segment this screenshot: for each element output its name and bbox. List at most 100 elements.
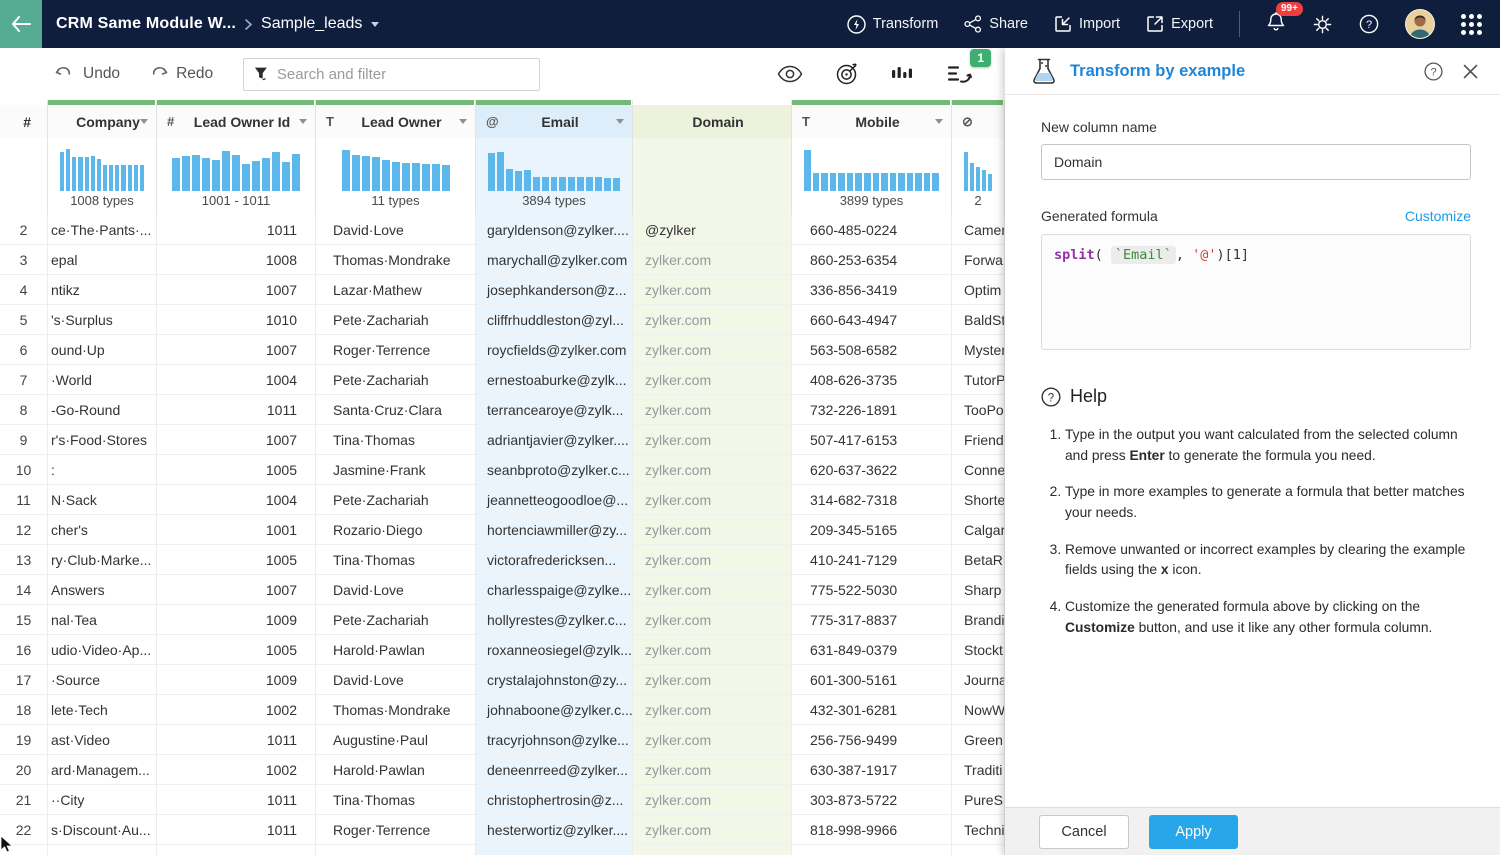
cell-email[interactable]: crystalajohnston@zy... [476, 665, 633, 694]
cell-lead-owner[interactable]: Rozario·Diego [316, 515, 476, 544]
cell-rownum[interactable]: 15 [0, 605, 48, 634]
cell-email[interactable]: hesterwortiz@zylker.... [476, 815, 633, 844]
cell-mobile[interactable]: 660-485-0224 [792, 215, 952, 244]
cell-domain[interactable]: zylker.com [633, 725, 792, 754]
cell-mobile[interactable]: 209-345-5165 [792, 515, 952, 544]
cell-mobile[interactable]: 775-522-5030 [792, 575, 952, 604]
table-row[interactable]: 7·World1004Pete·Zachariahernestoaburke@z… [0, 365, 1005, 395]
cell-domain[interactable]: zylker.com [633, 335, 792, 364]
breadcrumb-dataset[interactable]: Sample_leads [261, 15, 362, 33]
breadcrumb-workspace[interactable]: CRM Same Module W... [56, 15, 236, 33]
cell-rownum[interactable]: 7 [0, 365, 48, 394]
settings-button[interactable] [1312, 14, 1333, 35]
cell-lead-owner-id[interactable]: 1011 [157, 815, 316, 844]
table-row[interactable]: 16udio·Video·Ap...1005Harold·Pawlanroxan… [0, 635, 1005, 665]
cell-mobile[interactable]: 818-998-9966 [792, 815, 952, 844]
cell-lead-owner-id[interactable]: 1004 [157, 485, 316, 514]
cell-lead-owner[interactable]: Harold·Pawlan [316, 845, 476, 855]
cell-lead-owner-id[interactable]: 1007 [157, 575, 316, 604]
table-row[interactable]: 8-Go-Round1011Santa·Cruz·Claraterrancear… [0, 395, 1005, 425]
cell-mobile[interactable]: 314-682-7318 [792, 485, 952, 514]
table-row[interactable]: 22s·Discount·Au...1011Roger·Terrencehest… [0, 815, 1005, 845]
cell-lead-owner[interactable]: Thomas·Mondrake [316, 245, 476, 274]
cell-email[interactable]: tracyrjohnson@zylke... [476, 725, 633, 754]
cell-domain[interactable]: zylker.com [633, 695, 792, 724]
cell-lead-owner-id[interactable]: 1001 [157, 515, 316, 544]
cell-company[interactable]: ntikz [48, 275, 157, 304]
cell-rownum[interactable]: 8 [0, 395, 48, 424]
cell-rownum[interactable]: 20 [0, 755, 48, 784]
cell-lead-owner[interactable]: Harold·Pawlan [316, 635, 476, 664]
cell-company[interactable]: ard·Managem... [48, 755, 157, 784]
formula-editor[interactable]: split( `Email`, '@')[1] [1041, 234, 1471, 350]
column-header-domain[interactable]: Domain [633, 100, 792, 215]
cell-lead-owner-id[interactable]: 1002 [157, 695, 316, 724]
cell-email[interactable]: johnaboone@zylker.c... [476, 695, 633, 724]
column-histogram-lead-owner[interactable] [316, 138, 475, 193]
cell-hidden-col[interactable]: LittleP [952, 845, 1005, 855]
cell-domain[interactable]: zylker.com [633, 815, 792, 844]
cell-lead-owner[interactable]: Roger·Terrence [316, 815, 476, 844]
cell-lead-owner[interactable]: Lazar·Mathew [316, 275, 476, 304]
panel-close-button[interactable] [1463, 64, 1478, 79]
cell-hidden-col[interactable]: NowW [952, 695, 1005, 724]
dataset-caret-icon[interactable] [371, 22, 379, 27]
cell-company[interactable]: Answers [48, 575, 157, 604]
preview-eye-button[interactable] [777, 65, 803, 83]
cell-rownum[interactable]: 6 [0, 335, 48, 364]
cell-lead-owner[interactable]: Roger·Terrence [316, 335, 476, 364]
cell-hidden-col[interactable]: Traditi [952, 755, 1005, 784]
cell-domain[interactable]: zylker.com [633, 425, 792, 454]
cell-hidden-col[interactable]: PureS [952, 785, 1005, 814]
cell-hidden-col[interactable]: Green [952, 725, 1005, 754]
cell-rownum[interactable]: 3 [0, 245, 48, 274]
cell-company[interactable]: ·Source [48, 665, 157, 694]
cell-lead-owner[interactable]: Tina·Thomas [316, 425, 476, 454]
target-button[interactable] [835, 62, 859, 86]
cell-rownum[interactable]: 14 [0, 575, 48, 604]
cell-mobile[interactable]: 256-756-9499 [792, 725, 952, 754]
column-header-mobile[interactable]: TMobile3899 types [792, 100, 952, 215]
cell-company[interactable]: ··City [48, 785, 157, 814]
table-row[interactable]: 2ce·The·Pants·...1011David·Lovegaryldens… [0, 215, 1005, 245]
app-grid-button[interactable] [1461, 14, 1482, 35]
cell-hidden-col[interactable]: BetaR [952, 545, 1005, 574]
cell-lead-owner-id[interactable]: 1005 [157, 635, 316, 664]
cell-hidden-col[interactable]: Friend [952, 425, 1005, 454]
column-menu-caret-company[interactable] [140, 119, 148, 124]
column-header-hidden-col[interactable]: ⊘2 [952, 100, 1005, 215]
cell-lead-owner[interactable]: Tina·Thomas [316, 785, 476, 814]
cell-lead-owner-id[interactable]: 1001 [157, 845, 316, 855]
cell-lead-owner[interactable]: Santa·Cruz·Clara [316, 395, 476, 424]
customize-link[interactable]: Customize [1405, 208, 1471, 224]
cell-rownum[interactable]: 21 [0, 785, 48, 814]
cell-domain[interactable]: zylker.com [633, 545, 792, 574]
cell-company[interactable]: ·Pals [48, 845, 157, 855]
cell-email[interactable]: marychall@zylker.com [476, 245, 633, 274]
cell-lead-owner-id[interactable]: 1007 [157, 335, 316, 364]
cell-email[interactable]: garyldenson@zylker... [476, 845, 633, 855]
column-header-lead-owner[interactable]: TLead Owner11 types [316, 100, 476, 215]
cell-mobile[interactable]: 410-241-7129 [792, 545, 952, 574]
cell-hidden-col[interactable]: BaldSt [952, 305, 1005, 334]
cell-domain[interactable]: zylker.com [633, 245, 792, 274]
cell-company[interactable]: -Go-Round [48, 395, 157, 424]
cell-email[interactable]: garyldenson@zylker.... [476, 215, 633, 244]
cell-domain[interactable]: zylker.com [633, 395, 792, 424]
cell-domain[interactable]: zylker.com [633, 755, 792, 784]
cell-mobile[interactable]: 601-300-5161 [792, 665, 952, 694]
new-column-name-input[interactable] [1041, 144, 1471, 180]
cell-email[interactable]: josephkanderson@z... [476, 275, 633, 304]
notifications-button[interactable]: 99+ [1266, 11, 1286, 37]
cell-hidden-col[interactable]: Conne [952, 455, 1005, 484]
redo-button[interactable]: Redo [148, 65, 213, 83]
user-avatar[interactable] [1405, 9, 1435, 39]
cell-domain[interactable]: zylker.com [633, 455, 792, 484]
cell-company[interactable]: N·Sack [48, 485, 157, 514]
pipeline-steps-button[interactable]: 1 [947, 63, 975, 85]
cell-hidden-col[interactable]: TooPo [952, 395, 1005, 424]
cell-mobile[interactable]: 631-849-0379 [792, 635, 952, 664]
cancel-button[interactable]: Cancel [1039, 815, 1129, 849]
apply-button[interactable]: Apply [1149, 815, 1238, 849]
cell-lead-owner-id[interactable]: 1007 [157, 275, 316, 304]
